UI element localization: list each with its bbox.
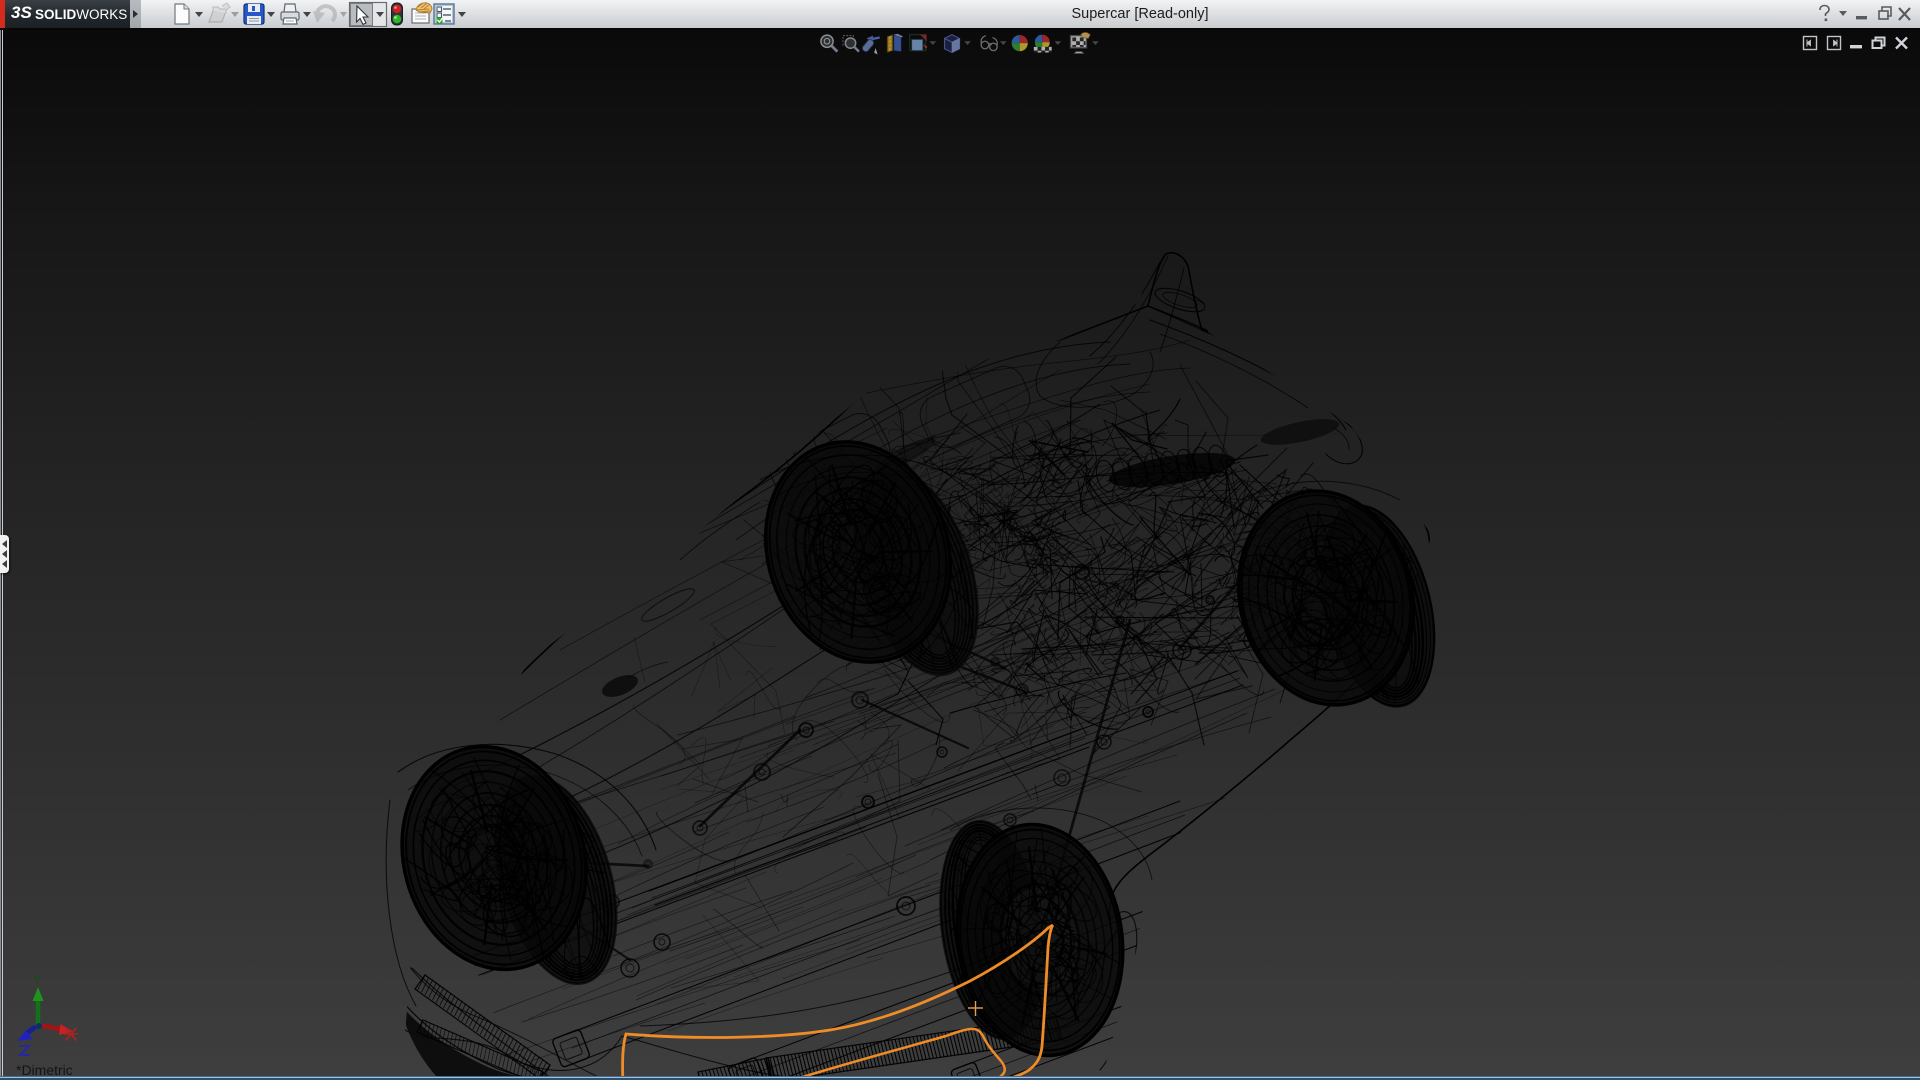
svg-text:Y: Y [33, 973, 41, 987]
